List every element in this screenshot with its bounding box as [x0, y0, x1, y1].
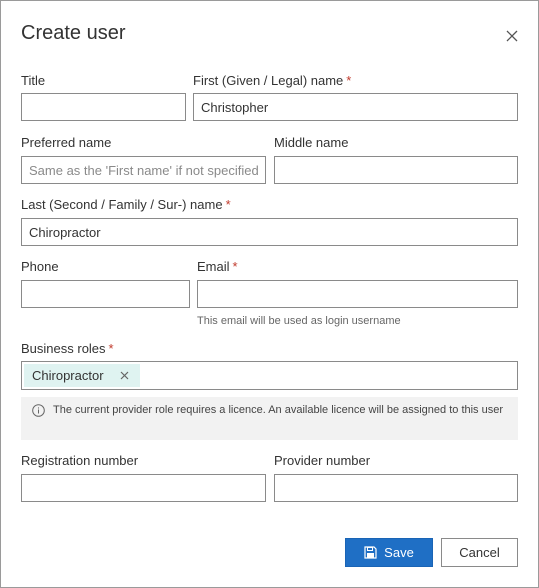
save-button[interactable]: Save [345, 538, 433, 567]
dialog-title: Create user [21, 22, 126, 44]
title-input[interactable] [21, 93, 186, 121]
first-name-label: First (Given / Legal) name * [193, 73, 352, 88]
provider-number-label: Provider number [274, 453, 371, 468]
first-name-input[interactable] [193, 93, 518, 121]
middle-name-label: Middle name [274, 135, 349, 150]
close-icon [506, 30, 518, 42]
title-label: Title [21, 73, 46, 88]
remove-tag-button[interactable] [118, 369, 132, 383]
last-name-label: Last (Second / Family / Sur-) name * [21, 197, 231, 212]
required-marker: * [108, 341, 114, 356]
business-roles-input[interactable]: Chiropractor [21, 361, 518, 390]
email-input[interactable] [197, 280, 518, 308]
save-button-label: Save [384, 545, 414, 560]
preferred-name-label: Preferred name [21, 135, 112, 150]
email-hint: This email will be used as login usernam… [197, 315, 401, 327]
last-name-input[interactable] [21, 218, 518, 246]
notice-text: The current provider role requires a lic… [53, 404, 504, 416]
info-icon [32, 404, 45, 417]
email-label: Email * [197, 259, 238, 274]
preferred-name-input[interactable] [21, 156, 266, 184]
remove-icon [120, 371, 129, 380]
provider-number-input[interactable] [274, 474, 518, 502]
role-tag: Chiropractor [24, 364, 140, 387]
registration-number-input[interactable] [21, 474, 266, 502]
role-tag-label: Chiropractor [32, 368, 104, 383]
required-marker: * [232, 259, 238, 274]
business-roles-label: Business roles * [21, 341, 114, 356]
phone-label: Phone [21, 259, 59, 274]
create-user-dialog: Create user Title First (Given / Legal) … [0, 0, 539, 588]
save-icon [364, 546, 377, 559]
registration-number-label: Registration number [21, 453, 139, 468]
licence-notice: The current provider role requires a lic… [21, 397, 518, 440]
required-marker: * [346, 73, 352, 88]
cancel-button[interactable]: Cancel [441, 538, 518, 567]
required-marker: * [225, 197, 231, 212]
phone-input[interactable] [21, 280, 190, 308]
close-button[interactable] [501, 25, 523, 47]
middle-name-input[interactable] [274, 156, 518, 184]
cancel-button-label: Cancel [459, 545, 500, 560]
